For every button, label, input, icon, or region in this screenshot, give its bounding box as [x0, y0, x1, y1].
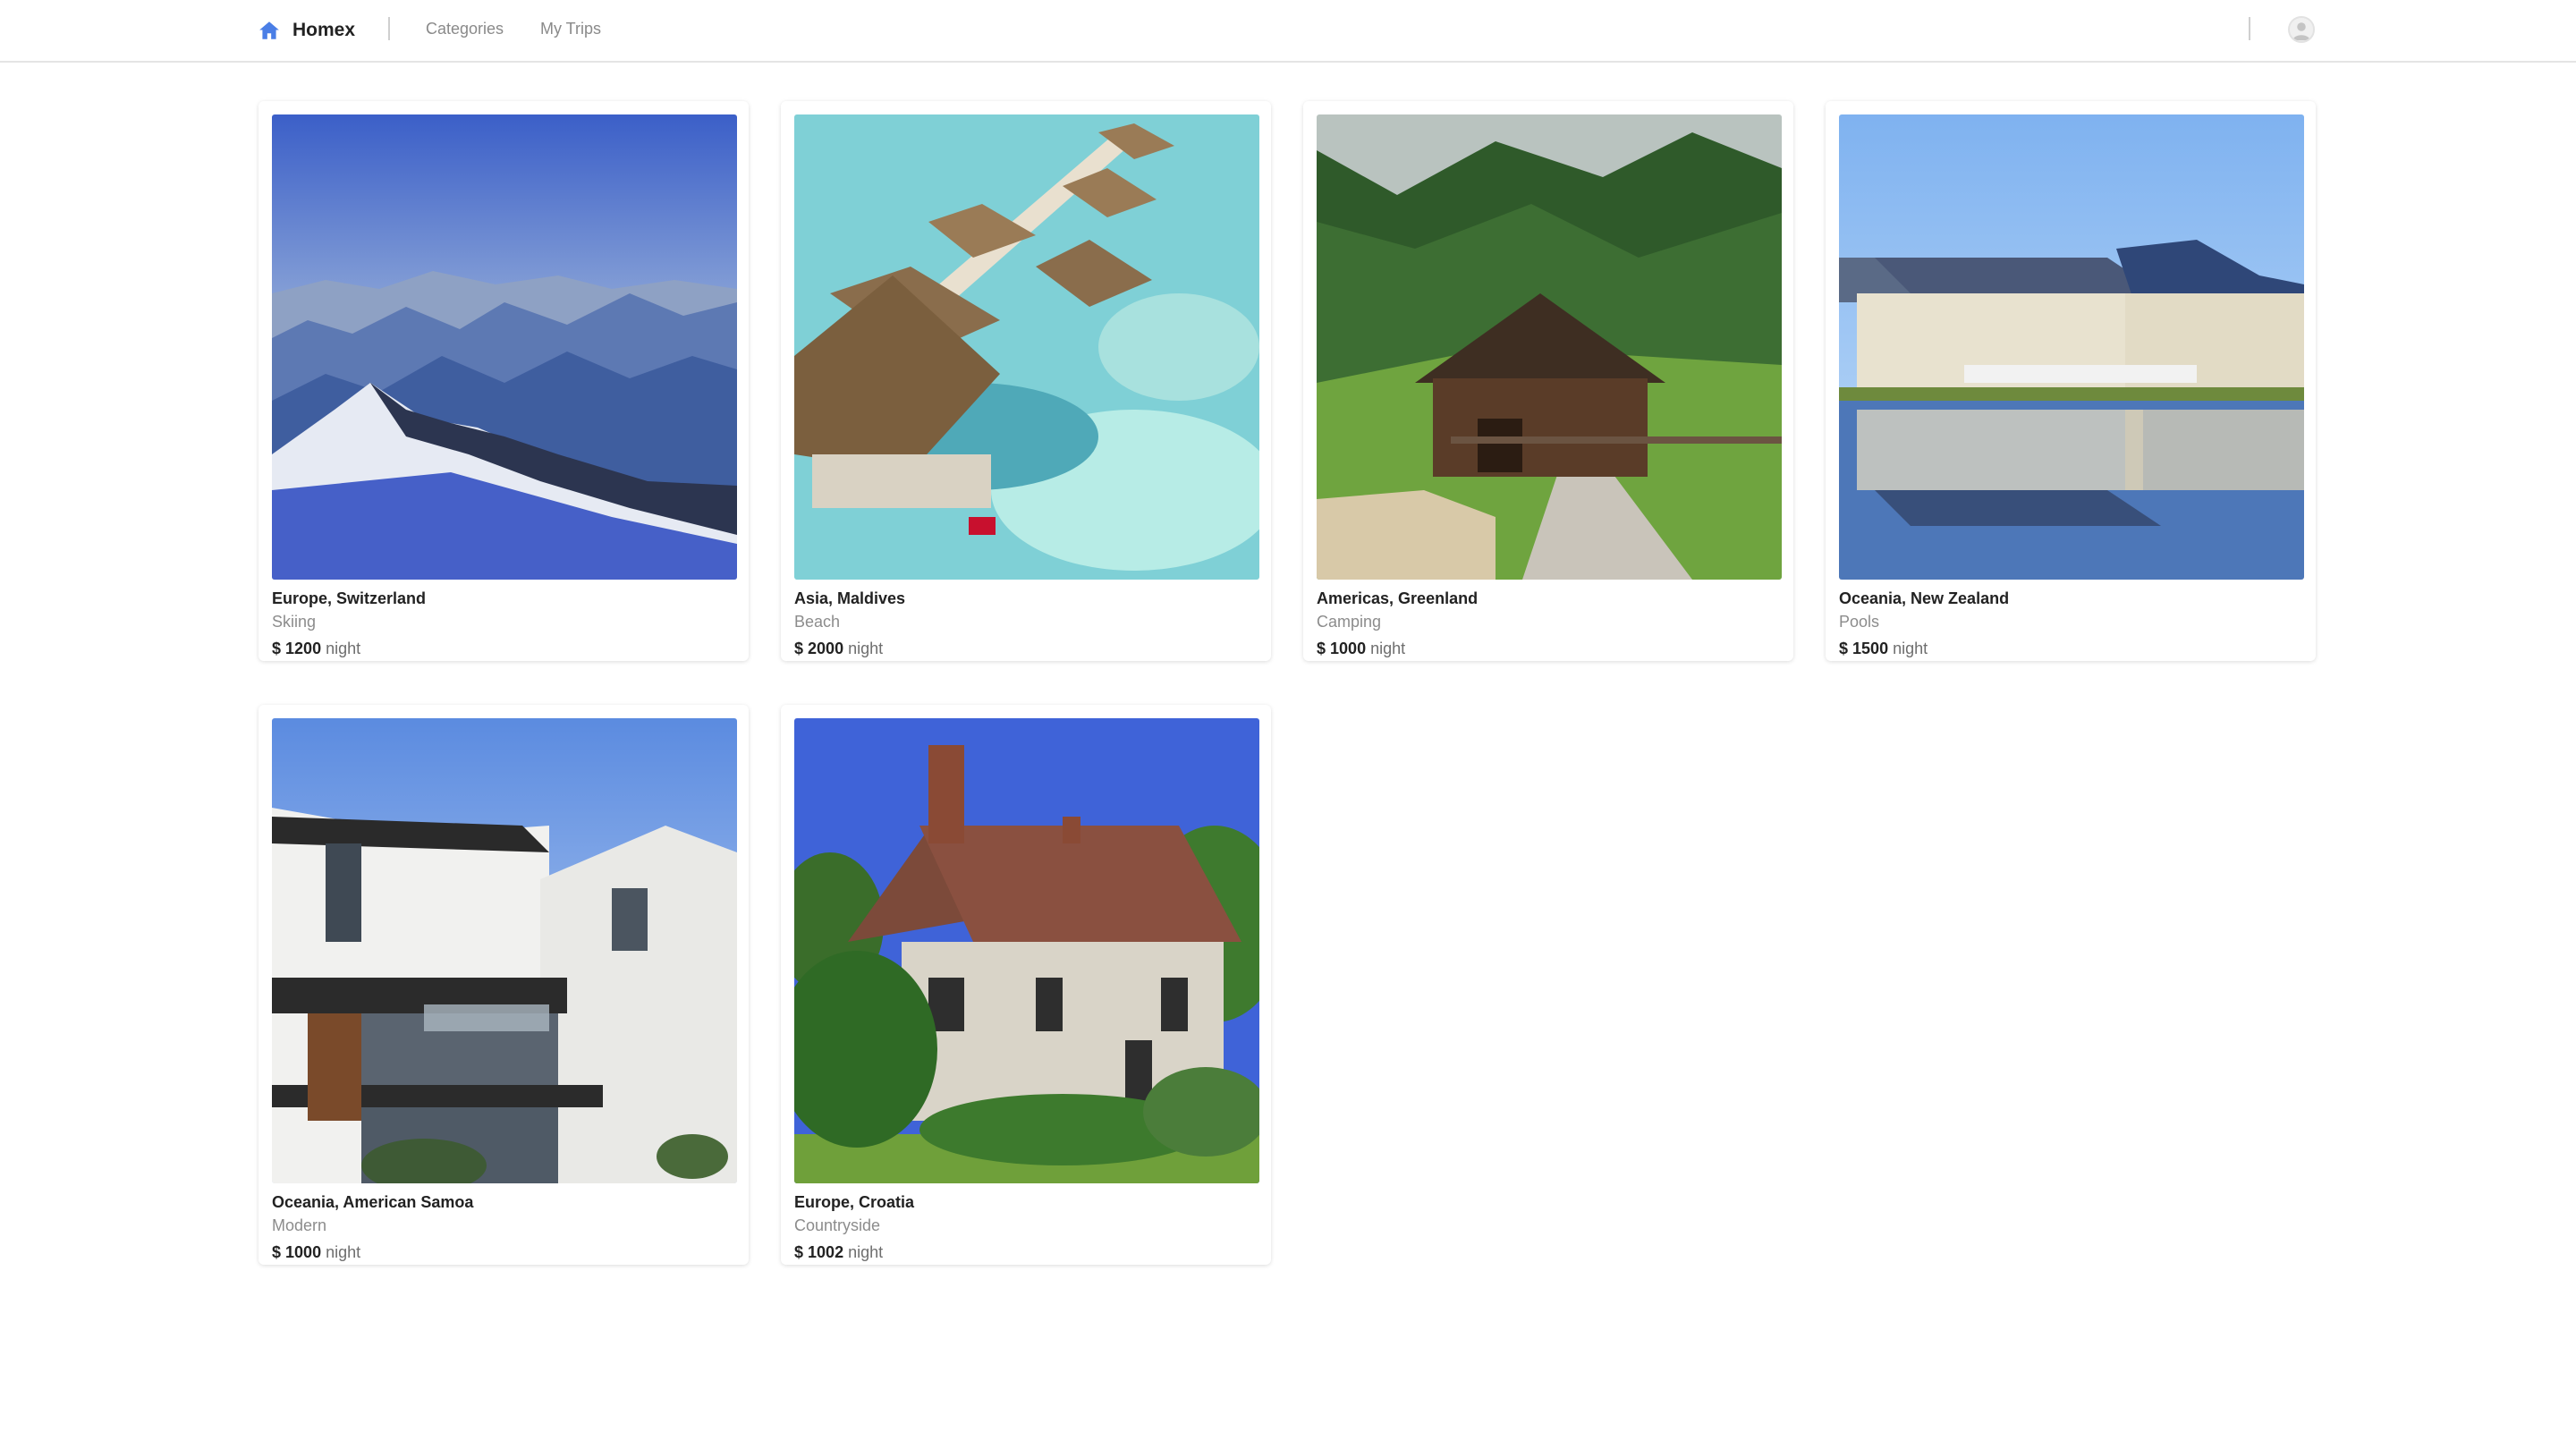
- top-navbar: Homex Categories My Trips: [0, 0, 2576, 63]
- price-unit: night: [1893, 640, 1928, 657]
- listing-image-overwater-bungalows: [794, 114, 1259, 580]
- price-amount: 1500: [1852, 640, 1889, 657]
- user-avatar-icon: [2290, 18, 2313, 41]
- listing-image-snowy-mountains: [272, 114, 737, 580]
- price-unit: night: [326, 1243, 361, 1261]
- listing-location: Oceania, American Samoa: [272, 1193, 474, 1211]
- price-currency: $: [1317, 640, 1326, 657]
- price-amount: 2000: [808, 640, 844, 657]
- listing-card[interactable]: Europe, Croatia Countryside $ 1002 night: [781, 705, 1271, 1265]
- listing-card[interactable]: Oceania, New Zealand Pools $ 1500 night: [1826, 101, 2316, 661]
- price-amount: 1002: [808, 1243, 844, 1261]
- listing-location: Europe, Switzerland: [272, 589, 427, 607]
- listing-category: Skiing: [272, 613, 317, 631]
- listing-image-lake-house-reflection: [1839, 114, 2304, 580]
- listing-category: Pools: [1839, 613, 1880, 631]
- listing-price: $ 1000 night: [1317, 639, 1405, 658]
- price-amount: 1000: [285, 1243, 322, 1261]
- listing-category: Beach: [794, 613, 841, 631]
- brand-logo-link[interactable]: Homex: [258, 17, 355, 44]
- listing-price: $ 1000 night: [272, 1242, 360, 1262]
- price-currency: $: [1839, 640, 1849, 657]
- price-amount: 1000: [1330, 640, 1367, 657]
- price-unit: night: [326, 640, 361, 657]
- price-unit: night: [848, 1243, 884, 1261]
- user-avatar-button[interactable]: [2288, 16, 2315, 43]
- listing-price: $ 1500 night: [1839, 639, 1928, 658]
- price-currency: $: [272, 1243, 282, 1261]
- listing-location: Americas, Greenland: [1317, 589, 1479, 607]
- price-currency: $: [794, 640, 804, 657]
- price-amount: 1200: [285, 640, 322, 657]
- listing-category: Countryside: [794, 1216, 881, 1234]
- listing-location: Asia, Maldives: [794, 589, 906, 607]
- listing-price: $ 1200 night: [272, 639, 360, 658]
- listing-price: $ 1002 night: [794, 1242, 883, 1262]
- house-icon: [258, 19, 281, 42]
- listing-card[interactable]: Americas, Greenland Camping $ 1000 night: [1303, 101, 1793, 661]
- nav-link-categories[interactable]: Categories: [426, 18, 504, 39]
- listing-category: Modern: [272, 1216, 327, 1234]
- nav-divider: [388, 17, 390, 40]
- nav-divider: [2249, 17, 2250, 40]
- listing-image-modern-house: [272, 718, 737, 1183]
- listing-card[interactable]: Europe, Switzerland Skiing $ 1200 night: [258, 101, 749, 661]
- listing-location: Europe, Croatia: [794, 1193, 915, 1211]
- brand-name: Homex: [292, 20, 356, 40]
- listing-card[interactable]: Asia, Maldives Beach $ 2000 night: [781, 101, 1271, 661]
- listing-location: Oceania, New Zealand: [1839, 589, 2010, 607]
- listing-price: $ 2000 night: [794, 639, 883, 658]
- price-currency: $: [272, 640, 282, 657]
- listing-image-brick-cottage: [794, 718, 1259, 1183]
- nav-link-my-trips[interactable]: My Trips: [540, 18, 601, 39]
- listing-card[interactable]: Oceania, American Samoa Modern $ 1000 ni…: [258, 705, 749, 1265]
- price-unit: night: [848, 640, 884, 657]
- listing-image-wooden-cabin-forest: [1317, 114, 1782, 580]
- listing-category: Camping: [1317, 613, 1382, 631]
- price-currency: $: [794, 1243, 804, 1261]
- price-unit: night: [1370, 640, 1406, 657]
